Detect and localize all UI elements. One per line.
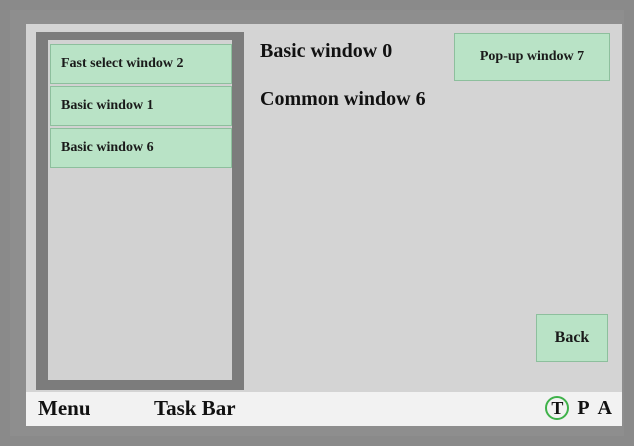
t-indicator[interactable]: T xyxy=(545,396,570,420)
back-label: Back xyxy=(554,329,590,346)
fast-select-window-2-label: Fast select window 2 xyxy=(61,56,184,71)
basic-window-1-label: Basic window 1 xyxy=(61,98,154,113)
task-bar: Menu Task Bar T P A xyxy=(26,392,622,426)
a-indicator[interactable]: A xyxy=(598,397,612,420)
fast-select-window-2-button[interactable]: Fast select window 2 xyxy=(50,44,232,84)
common-window-title: Common window 6 xyxy=(260,88,426,110)
basic-window-6-label: Basic window 6 xyxy=(61,140,154,155)
popup-window-7-button[interactable]: Pop-up window 7 xyxy=(454,33,610,81)
popup-window-7-label: Pop-up window 7 xyxy=(479,49,585,64)
p-indicator[interactable]: P xyxy=(577,397,589,420)
back-button[interactable]: Back xyxy=(536,314,608,362)
indicator-group: T P A xyxy=(545,396,612,420)
basic-window-title: Basic window 0 xyxy=(260,40,393,62)
basic-window-1-button[interactable]: Basic window 1 xyxy=(50,86,232,126)
menu-button[interactable]: Menu xyxy=(38,396,91,421)
basic-window-6-button[interactable]: Basic window 6 xyxy=(50,128,232,168)
task-bar-label: Task Bar xyxy=(154,396,236,420)
